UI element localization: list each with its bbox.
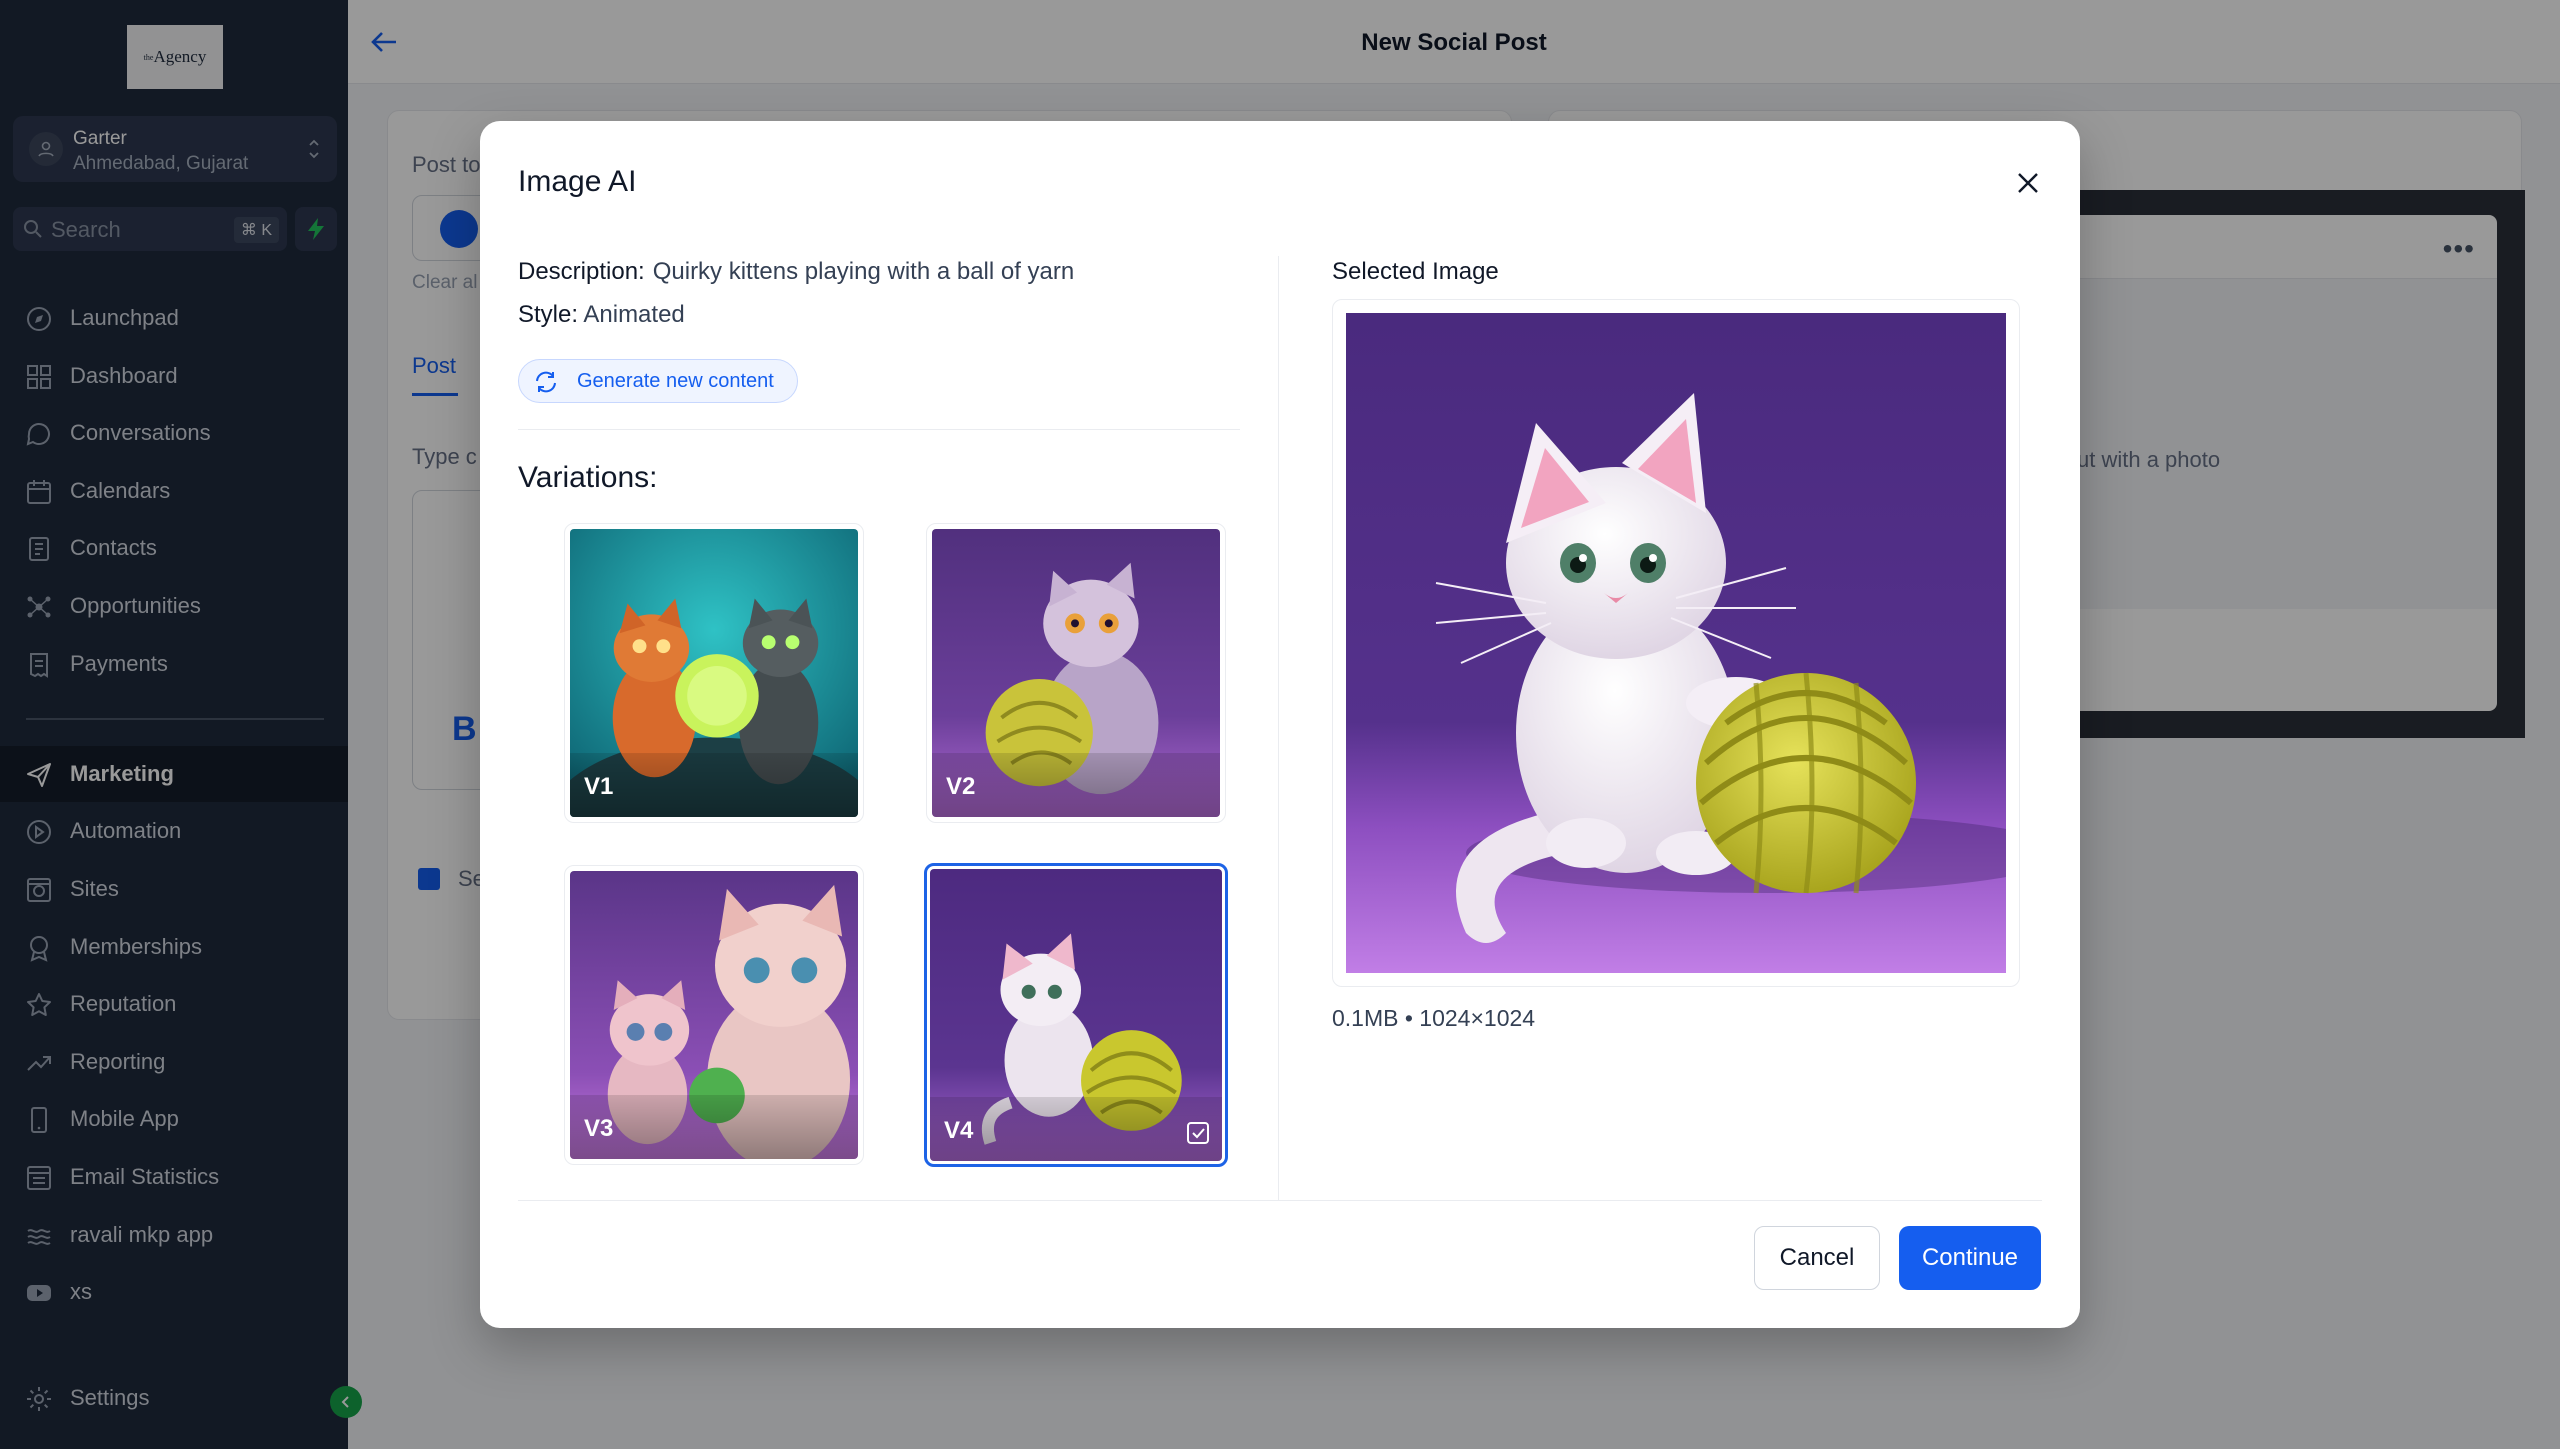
selected-image-title: Selected Image [1332, 258, 1499, 285]
variation-label: V4 [944, 1117, 974, 1144]
modal-title: Image AI [518, 165, 637, 198]
close-button[interactable] [2008, 163, 2048, 203]
variation-label: V2 [946, 773, 976, 800]
variation-label-band [930, 1097, 1222, 1161]
variation-label: V3 [584, 1115, 614, 1142]
divider [518, 429, 1240, 430]
description-row: Description: Quirky kittens playing with … [518, 258, 1074, 286]
selected-image [1346, 313, 2006, 973]
image-ai-modal: Image AI Description: Quirky kittens play… [480, 121, 2080, 1328]
style-value: Animated [583, 301, 685, 328]
continue-button[interactable]: Continue [1899, 1226, 2041, 1290]
selected-check-icon [1186, 1121, 1210, 1145]
variation-image: V1 [570, 529, 858, 817]
variation-image: V2 [932, 529, 1220, 817]
style-row: Style: Animated [518, 301, 685, 329]
refresh-icon [536, 371, 556, 393]
variation-v3[interactable]: V3 [564, 865, 864, 1165]
cancel-button[interactable]: Cancel [1754, 1226, 1880, 1290]
description-label: Description: [518, 258, 645, 285]
style-label: Style: [518, 301, 579, 328]
generate-label: Generate new content [577, 370, 774, 392]
footer-divider [518, 1200, 2042, 1201]
variation-image: V3 [570, 871, 858, 1159]
vertical-divider [1278, 256, 1279, 1201]
variation-v1[interactable]: V1 [564, 523, 864, 823]
variation-v2[interactable]: V2 [926, 523, 1226, 823]
variation-label: V1 [584, 773, 614, 800]
description-value: Quirky kittens playing with a ball of ya… [652, 258, 1075, 285]
variation-image: V4 [930, 869, 1222, 1161]
variation-v4[interactable]: V4 [924, 863, 1228, 1167]
close-icon [2018, 173, 2038, 193]
selected-image-frame [1332, 299, 2020, 987]
variations-title: Variations: [518, 461, 658, 494]
selected-image-meta: 0.1MB • 1024×1024 [1332, 1005, 1536, 1031]
generate-new-content-button[interactable]: Generate new content [518, 359, 798, 403]
